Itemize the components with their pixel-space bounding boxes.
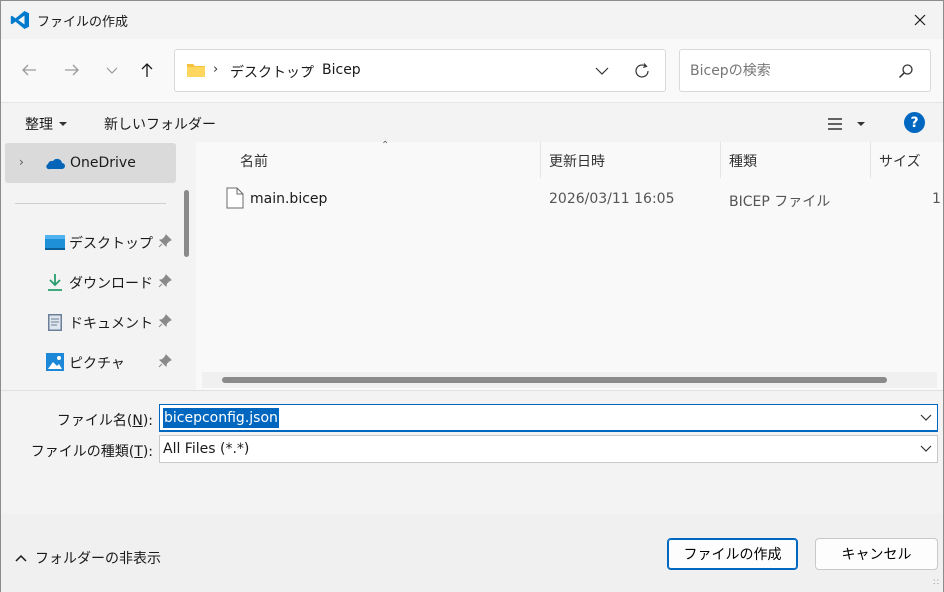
column-date-label: 更新日時 (549, 154, 605, 170)
file-dialog: ファイルの作成 › デスクトップ › Bicep Bicepの検索 整理 新しい… (0, 0, 944, 592)
nav-item-documents[interactable]: ドキュメント (1, 304, 179, 340)
help-button[interactable]: ? (904, 112, 925, 133)
filename-value: bicepconfig.json (163, 408, 279, 428)
save-form: ファイル名(N): bicepconfig.json ファイルの種類(T): A… (1, 390, 943, 514)
nav-scrollbar-thumb[interactable] (184, 190, 189, 257)
nav-label: OneDrive (70, 155, 136, 171)
close-button[interactable] (897, 1, 943, 39)
folder-icon (187, 64, 205, 77)
filetype-value: All Files (*.*) (163, 441, 250, 457)
onedrive-cloud-icon (46, 158, 65, 170)
organize-button[interactable]: 整理 (25, 114, 67, 134)
file-list: ⌃ 名前 更新日時 種類 サイズ main.bicep 2026/03/11 1… (196, 140, 943, 390)
search-icon[interactable] (898, 63, 914, 79)
list-view-icon (828, 118, 842, 130)
document-icon (45, 312, 65, 332)
recent-locations-button[interactable] (97, 55, 127, 85)
chevron-down-icon (920, 445, 932, 452)
title-bar: ファイルの作成 (1, 1, 943, 39)
chevron-down-icon[interactable] (920, 411, 932, 423)
address-bar[interactable]: › デスクトップ › Bicep (174, 49, 666, 92)
chevron-down-icon (595, 67, 609, 75)
filetype-label: ファイルの種類(T): (30, 444, 153, 460)
organize-label: 整理 (25, 117, 53, 133)
refresh-button[interactable] (630, 59, 654, 83)
command-bar: 整理 新しいフォルダー ? (1, 104, 943, 142)
up-button[interactable] (132, 55, 162, 85)
chevron-down-icon (106, 67, 118, 74)
column-header-type[interactable]: 種類 (721, 142, 871, 178)
nav-item-onedrive[interactable]: › OneDrive (5, 143, 176, 183)
pin-icon[interactable] (158, 314, 172, 328)
filename-input[interactable]: bicepconfig.json (159, 404, 938, 432)
chevron-up-icon (15, 554, 27, 562)
horizontal-scrollbar[interactable] (202, 372, 937, 388)
nav-item-downloads[interactable]: ダウンロード (1, 264, 179, 300)
dialog-footer: フォルダーの非表示 ファイルの作成 キャンセル ∷ (1, 514, 943, 592)
breadcrumb-separator-icon: › (213, 62, 219, 77)
help-icon: ? (910, 114, 919, 131)
file-row[interactable]: main.bicep 2026/03/11 16:05 BICEP ファイル 1 (220, 182, 941, 218)
refresh-icon (635, 63, 649, 78)
desktop-icon (45, 232, 65, 252)
download-icon (45, 272, 65, 292)
expand-chevron-icon[interactable]: › (19, 155, 24, 169)
close-icon (914, 14, 926, 26)
nav-item-desktop[interactable]: デスクトップ (1, 224, 179, 260)
file-date: 2026/03/11 16:05 (549, 191, 675, 207)
horizontal-scrollbar-thumb[interactable] (222, 377, 887, 383)
column-type-label: 種類 (729, 154, 757, 170)
create-file-button[interactable]: ファイルの作成 (667, 538, 798, 570)
pin-icon[interactable] (158, 354, 172, 368)
search-input[interactable] (688, 59, 888, 83)
pictures-icon (45, 352, 65, 372)
file-icon (226, 187, 244, 209)
column-header-size[interactable]: サイズ (871, 142, 943, 178)
cancel-button[interactable]: キャンセル (815, 538, 938, 570)
column-name-label: 名前 (240, 154, 268, 170)
nav-divider (15, 203, 166, 204)
file-size: 1 (932, 191, 941, 207)
filename-label: ファイル名(N): (56, 413, 153, 429)
caret-down-icon (857, 122, 865, 126)
window-title: ファイルの作成 (37, 15, 129, 30)
search-box (679, 49, 931, 92)
forward-button[interactable] (57, 55, 87, 85)
column-header-name[interactable]: 名前 (196, 142, 541, 178)
column-header-date[interactable]: 更新日時 (541, 142, 721, 178)
filetype-select[interactable]: All Files (*.*) (159, 435, 938, 463)
navigation-pane: › OneDrive デスクトップ ダウンロード ドキュメント ピクチャ (1, 142, 195, 390)
column-size-label: サイズ (879, 154, 921, 170)
view-options-button[interactable] (827, 113, 875, 135)
navigation-bar: › デスクトップ › Bicep (1, 39, 943, 103)
arrow-up-icon (141, 63, 153, 77)
file-name: main.bicep (250, 191, 328, 207)
breadcrumb-bicep[interactable]: Bicep (322, 62, 361, 78)
hide-folders-label: フォルダーの非表示 (35, 551, 161, 567)
nav-label: ドキュメント (69, 316, 153, 332)
caret-down-icon (59, 122, 67, 126)
address-history-button[interactable] (590, 61, 614, 81)
nav-item-pictures[interactable]: ピクチャ (1, 344, 179, 380)
back-button[interactable] (14, 55, 44, 85)
breadcrumb-separator-icon: › (305, 62, 311, 77)
hide-folders-button[interactable]: フォルダーの非表示 (15, 548, 161, 568)
breadcrumb-desktop[interactable]: デスクトップ (230, 62, 314, 82)
vscode-icon (10, 11, 30, 29)
arrow-left-icon (22, 64, 36, 76)
arrow-right-icon (65, 64, 79, 76)
nav-label: ダウンロード (69, 276, 153, 292)
pin-icon[interactable] (158, 234, 172, 248)
pin-icon[interactable] (158, 274, 172, 288)
new-folder-button[interactable]: 新しいフォルダー (104, 114, 216, 134)
resize-grip-icon[interactable]: ∷ (933, 578, 939, 588)
nav-label: デスクトップ (69, 236, 153, 252)
nav-label: ピクチャ (69, 356, 125, 372)
file-type: BICEP ファイル (729, 194, 831, 210)
